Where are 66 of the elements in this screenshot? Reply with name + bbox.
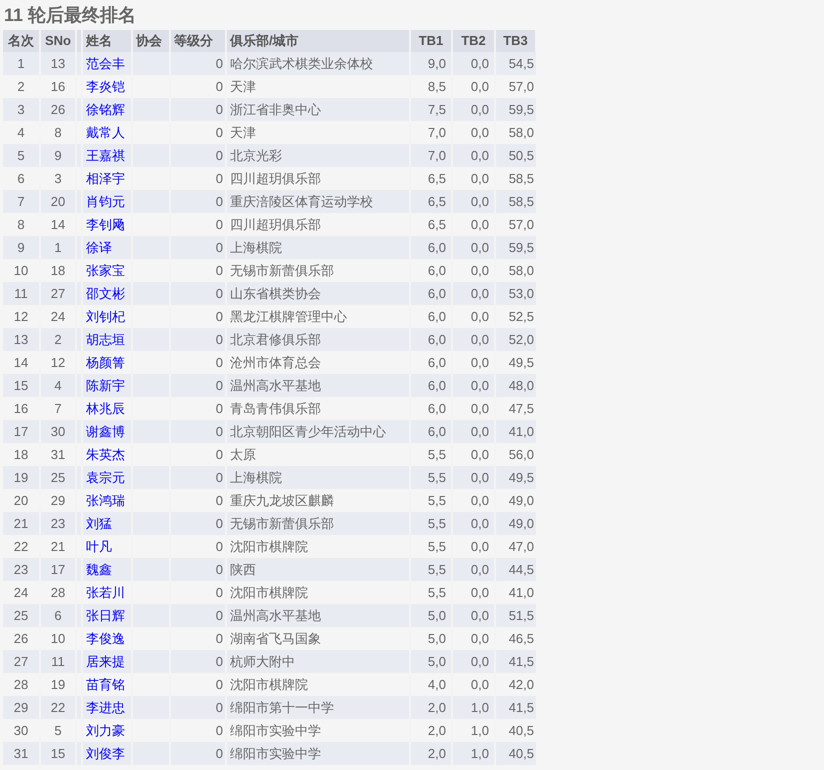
- player-name-link[interactable]: 徐译: [86, 240, 112, 254]
- player-name-link[interactable]: 张若川: [86, 584, 125, 600]
- table-cell: 15: [40, 742, 76, 765]
- table-cell: 0: [170, 742, 226, 765]
- player-name-link[interactable]: 袁宗元: [86, 470, 125, 484]
- table-cell: 57,0: [495, 213, 536, 236]
- player-name-link[interactable]: 李炎铠: [86, 78, 125, 94]
- table-cell: 58,0: [495, 121, 536, 144]
- table-cell: 58,0: [495, 259, 536, 282]
- table-cell: 42,0: [495, 673, 536, 696]
- player-name-link[interactable]: 相泽宇: [86, 170, 125, 186]
- player-name-link[interactable]: 胡志垣: [86, 332, 125, 346]
- player-name-link[interactable]: 朱英杰: [86, 446, 125, 462]
- table-cell: 41,5: [495, 650, 536, 673]
- table-cell: 31: [3, 742, 40, 765]
- table-cell: 49,5: [495, 466, 536, 489]
- table-cell: 47,5: [495, 397, 536, 420]
- player-name-link[interactable]: 张鸿瑞: [86, 492, 125, 508]
- player-name-link[interactable]: 张日辉: [86, 608, 125, 622]
- table-cell: 56,0: [495, 443, 536, 466]
- table-cell: 52,5: [495, 305, 536, 328]
- table-cell: 46,5: [495, 627, 536, 650]
- player-name-link[interactable]: 肖钧元: [86, 194, 125, 208]
- player-name-link[interactable]: 刘力豪: [86, 722, 125, 738]
- player-name-link[interactable]: 刘钊杞: [86, 308, 125, 324]
- page-title: 11 轮后最终排名: [3, 4, 136, 26]
- table-cell: 49,0: [495, 489, 536, 512]
- table-cell: 绵阳市实验中学: [226, 742, 410, 765]
- player-name-link[interactable]: 王嘉祺: [86, 148, 125, 162]
- player-name-link[interactable]: 李进忠: [86, 700, 125, 714]
- table-cell: 41,5: [495, 696, 536, 719]
- player-name-link[interactable]: 李钊飏: [86, 216, 125, 232]
- player-name-link[interactable]: 魏鑫: [86, 562, 112, 576]
- player-name-link[interactable]: 杨颜箐: [86, 354, 125, 370]
- player-name-link[interactable]: 林兆辰: [86, 400, 125, 416]
- table-cell: 52,0: [495, 328, 536, 351]
- player-name-link[interactable]: 叶凡: [86, 538, 112, 554]
- table-cell: 40,5: [495, 742, 536, 765]
- player-name-link[interactable]: 张家宝: [86, 262, 125, 278]
- table-cell: 51,5: [495, 604, 536, 627]
- player-name-link[interactable]: 戴常人: [86, 124, 125, 140]
- table-cell: 49,5: [495, 351, 536, 374]
- table-cell: 41,0: [495, 581, 536, 604]
- player-name-link[interactable]: 徐铭辉: [86, 102, 125, 116]
- player-name-link[interactable]: 李俊逸: [86, 630, 125, 646]
- table-cell: 1,0: [452, 742, 495, 765]
- player-name-link[interactable]: 陈新宇: [86, 378, 125, 392]
- table-cell: 47,0: [495, 535, 536, 558]
- player-name-link[interactable]: 邵文彬: [86, 286, 125, 300]
- player-name-link[interactable]: 范会丰: [86, 56, 125, 70]
- table-cell: 41,0: [495, 420, 536, 443]
- player-name-link[interactable]: 苗育铭: [86, 676, 125, 692]
- table-cell: 57,0: [495, 75, 536, 98]
- table-cell: 2,0: [410, 742, 452, 765]
- table-cell: 44,5: [495, 558, 536, 581]
- player-name-link[interactable]: 居来提: [86, 654, 125, 668]
- table-cell: 48,0: [495, 374, 536, 397]
- player-name-link[interactable]: 刘俊李: [86, 746, 125, 760]
- table-cell: 53,0: [495, 282, 536, 305]
- table-cell: 58,5: [495, 190, 536, 213]
- player-name-link[interactable]: 刘猛: [86, 516, 112, 530]
- table-cell: 58,5: [495, 167, 536, 190]
- table-cell: 40,5: [495, 719, 536, 742]
- player-name-link[interactable]: 谢鑫博: [86, 424, 125, 438]
- table-cell: 59,5: [495, 236, 536, 259]
- table-cell: 49,0: [495, 512, 536, 535]
